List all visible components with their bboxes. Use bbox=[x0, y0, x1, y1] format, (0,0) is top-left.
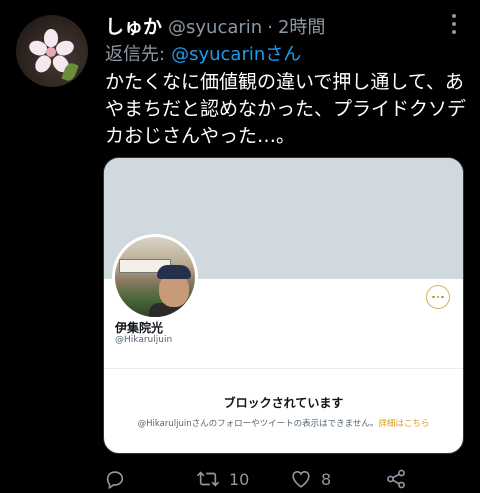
separator: · bbox=[267, 17, 273, 38]
details-link[interactable]: 詳細はこちら bbox=[378, 419, 429, 429]
like-count: 8 bbox=[321, 469, 332, 489]
author-handle[interactable]: @syucarin bbox=[168, 17, 262, 38]
blocked-text: @Hikaruljuinさんのフォローやツイートの表示はできません。 bbox=[137, 419, 379, 429]
profile-avatar[interactable] bbox=[112, 234, 198, 320]
reply-label: 返信先: bbox=[105, 44, 166, 65]
retweet-button[interactable]: 10 bbox=[196, 466, 249, 492]
tweet-actions: 10 8 bbox=[0, 466, 480, 492]
tweet-text: かたくなに価値観の違いで押し通して、あやまちだと認めなかった、プライドクソデカお… bbox=[105, 71, 467, 147]
retweet-count: 10 bbox=[229, 469, 250, 489]
reply-to-line: 返信先: @syucarinさん bbox=[105, 40, 301, 66]
quoted-profile-card[interactable]: 伊集院光 @Hikaruljuin ブロックされています @Hikaruljui… bbox=[103, 157, 464, 454]
blocked-title: ブロックされています bbox=[223, 396, 344, 410]
tweet[interactable]: しゅか @syucarin · 2時間 返信先: @syucarinさん かたくな… bbox=[0, 0, 480, 493]
profile-more-icon[interactable] bbox=[426, 285, 450, 309]
retweet-icon bbox=[196, 471, 220, 487]
blocked-description: @Hikaruljuinさんのフォローやツイートの表示はできません。詳細はこちら bbox=[104, 417, 463, 429]
author-avatar[interactable] bbox=[16, 15, 88, 87]
profile-handle: @Hikaruljuin bbox=[115, 335, 173, 345]
author-name[interactable]: しゅか bbox=[105, 12, 162, 39]
more-options-icon[interactable] bbox=[444, 14, 464, 34]
like-button[interactable]: 8 bbox=[290, 466, 331, 492]
profile-name: 伊集院光 bbox=[115, 321, 164, 335]
card-divider bbox=[104, 368, 463, 369]
share-button[interactable] bbox=[385, 466, 407, 492]
reply-button[interactable] bbox=[104, 466, 126, 492]
tweet-time[interactable]: 2時間 bbox=[278, 13, 325, 39]
heart-icon bbox=[292, 470, 310, 488]
tweet-header: しゅか @syucarin · 2時間 bbox=[105, 12, 325, 38]
reply-to-link[interactable]: @syucarinさん bbox=[171, 44, 301, 65]
reply-icon bbox=[106, 471, 124, 490]
share-icon bbox=[387, 469, 405, 489]
